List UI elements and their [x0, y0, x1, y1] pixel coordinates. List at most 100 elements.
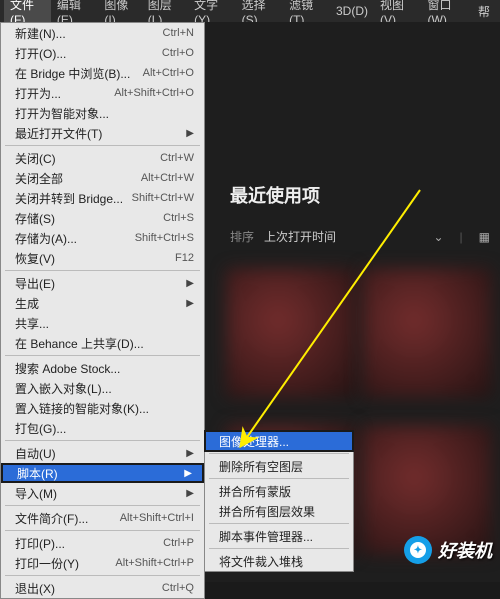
- menu-item[interactable]: 新建(N)...Ctrl+N: [1, 23, 204, 43]
- menu-separator: [209, 523, 349, 524]
- watermark-icon: ✦: [404, 536, 432, 564]
- menu-item-label: 置入链接的智能对象(K)...: [15, 400, 149, 417]
- menu-item[interactable]: 关闭并转到 Bridge...Shift+Ctrl+W: [1, 188, 204, 208]
- menubar: 文件(F) 编辑(E) 图像(I) 图层(L) 文字(Y) 选择(S) 滤镜(T…: [0, 0, 500, 22]
- menu-item-label: 存储(S): [15, 210, 55, 227]
- menu-separator: [209, 478, 349, 479]
- menu-item-label: 自动(U): [15, 445, 56, 462]
- menu-item[interactable]: 恢复(V) F12: [1, 248, 204, 268]
- submenu-item[interactable]: 拼合所有图层效果: [205, 501, 353, 521]
- submenu-item-label: 拼合所有图层效果: [219, 503, 315, 520]
- menu-item[interactable]: 关闭全部Alt+Ctrl+W: [1, 168, 204, 188]
- submenu-item-label: 将文件裁入堆栈: [219, 553, 303, 570]
- menu-item-label: 导入(M): [15, 485, 57, 502]
- menu-item[interactable]: 导入(M) ▶: [1, 483, 204, 503]
- menu-item[interactable]: 关闭(C)Ctrl+W: [1, 148, 204, 168]
- recent-sort-row: 排序 上次打开时间 ⌄ | ▦: [230, 228, 490, 245]
- menu-item-label: 打开为...: [15, 85, 61, 102]
- menu-item-shortcut: Ctrl+S: [163, 212, 194, 224]
- menu-item-label: 恢复(V): [15, 250, 55, 267]
- menu-3d[interactable]: 3D(D): [330, 2, 374, 20]
- recent-title: 最近使用项: [230, 182, 490, 208]
- chevron-down-icon[interactable]: ⌄: [433, 230, 443, 244]
- menu-item[interactable]: 导出(E) ▶: [1, 273, 204, 293]
- menu-item[interactable]: 置入嵌入对象(L)...: [1, 378, 204, 398]
- menu-item[interactable]: 打开(O)... Ctrl+O: [1, 43, 204, 63]
- menu-separator: [5, 355, 200, 356]
- menu-item[interactable]: 置入链接的智能对象(K)...: [1, 398, 204, 418]
- menu-item[interactable]: 存储为(A)... Shift+Ctrl+S: [1, 228, 204, 248]
- menu-item-shortcut: Alt+Shift+Ctrl+O: [114, 87, 194, 99]
- grid-view-icon[interactable]: ▦: [479, 230, 490, 244]
- recent-panel: 最近使用项 排序 上次打开时间 ⌄ | ▦: [230, 182, 490, 245]
- submenu-item[interactable]: 图像处理器...: [205, 431, 353, 451]
- menu-item[interactable]: 脚本(R) ▶: [1, 463, 204, 483]
- menu-item-label: 脚本(R): [17, 465, 58, 482]
- menu-item[interactable]: 生成▶: [1, 293, 204, 313]
- menu-item-shortcut: Ctrl+P: [163, 537, 194, 549]
- submenu-item-label: 图像处理器...: [219, 433, 289, 450]
- menu-item-label: 打包(G)...: [15, 420, 66, 437]
- menu-item[interactable]: 共享...: [1, 313, 204, 333]
- menu-item-shortcut: Ctrl+O: [162, 47, 194, 59]
- menu-item-shortcut: Ctrl+W: [160, 152, 194, 164]
- menu-item-label: 在 Behance 上共享(D)...: [15, 335, 144, 352]
- submenu-item[interactable]: 拼合所有蒙版: [205, 481, 353, 501]
- menu-item-shortcut: Shift+Ctrl+S: [135, 232, 194, 244]
- menu-separator: [5, 575, 200, 576]
- menu-item[interactable]: 最近打开文件(T)▶: [1, 123, 204, 143]
- menu-item[interactable]: 存储(S) Ctrl+S: [1, 208, 204, 228]
- sort-value[interactable]: 上次打开时间: [264, 228, 336, 245]
- submenu-item-label: 脚本事件管理器...: [219, 528, 313, 545]
- menu-item[interactable]: 打印一份(Y)Alt+Shift+Ctrl+P: [1, 553, 204, 573]
- menu-separator: [5, 270, 200, 271]
- menu-item[interactable]: 在 Bridge 中浏览(B)...Alt+Ctrl+O: [1, 63, 204, 83]
- submenu-arrow-icon: ▶: [186, 278, 194, 289]
- submenu-arrow-icon: ▶: [186, 488, 194, 499]
- menu-item-shortcut: F12: [175, 252, 194, 264]
- menu-item[interactable]: 打开为智能对象...: [1, 103, 204, 123]
- sort-label: 排序: [230, 228, 254, 245]
- menu-item[interactable]: 自动(U)▶: [1, 443, 204, 463]
- submenu-item[interactable]: 删除所有空图层: [205, 456, 353, 476]
- menu-item-label: 在 Bridge 中浏览(B)...: [15, 65, 130, 82]
- menu-item[interactable]: 文件简介(F)...Alt+Shift+Ctrl+I: [1, 508, 204, 528]
- menu-item-label: 关闭全部: [15, 170, 63, 187]
- menu-item[interactable]: 搜索 Adobe Stock...: [1, 358, 204, 378]
- menu-item[interactable]: 在 Behance 上共享(D)...: [1, 333, 204, 353]
- menu-item-label: 搜索 Adobe Stock...: [15, 360, 120, 377]
- menu-separator: [5, 440, 200, 441]
- menu-item-label: 共享...: [15, 315, 49, 332]
- recent-thumb[interactable]: [362, 268, 492, 398]
- menu-item-label: 打开为智能对象...: [15, 105, 109, 122]
- menu-item[interactable]: 退出(X) Ctrl+Q: [1, 578, 204, 598]
- menu-item-label: 关闭并转到 Bridge...: [15, 190, 123, 207]
- menu-item-label: 退出(X): [15, 580, 55, 597]
- menu-help[interactable]: 帮: [472, 1, 496, 22]
- menu-item[interactable]: 打开为... Alt+Shift+Ctrl+O: [1, 83, 204, 103]
- menu-item-label: 导出(E): [15, 275, 55, 292]
- menu-item[interactable]: 打印(P)... Ctrl+P: [1, 533, 204, 553]
- submenu-arrow-icon: ▶: [184, 468, 192, 479]
- menu-separator: [209, 453, 349, 454]
- file-menu-dropdown: 新建(N)...Ctrl+N 打开(O)... Ctrl+O 在 Bridge 中浏览…: [0, 22, 205, 599]
- menu-item-label: 置入嵌入对象(L)...: [15, 380, 112, 397]
- menu-item-label: 存储为(A)...: [15, 230, 77, 247]
- submenu-item[interactable]: 将文件裁入堆栈: [205, 551, 353, 571]
- menu-separator: [5, 530, 200, 531]
- scripts-submenu: 图像处理器... 删除所有空图层拼合所有蒙版拼合所有图层效果脚本事件管理器... 将…: [204, 430, 354, 572]
- menu-item-shortcut: Ctrl+N: [163, 27, 194, 39]
- menu-item-label: 文件简介(F)...: [15, 510, 88, 527]
- watermark-text: 好装机: [438, 537, 492, 563]
- watermark: ✦ 好装机: [404, 536, 492, 564]
- menu-item-shortcut: Ctrl+Q: [162, 582, 194, 594]
- menu-separator: [5, 145, 200, 146]
- menu-item-label: 打印(P)...: [15, 535, 65, 552]
- menu-item[interactable]: 打包(G)...: [1, 418, 204, 438]
- submenu-item-label: 拼合所有蒙版: [219, 483, 291, 500]
- submenu-item[interactable]: 脚本事件管理器...: [205, 526, 353, 546]
- menu-item-label: 打开(O)...: [15, 45, 66, 62]
- menu-item-label: 打印一份(Y): [15, 555, 79, 572]
- recent-thumb[interactable]: [226, 268, 356, 398]
- submenu-arrow-icon: ▶: [186, 128, 194, 139]
